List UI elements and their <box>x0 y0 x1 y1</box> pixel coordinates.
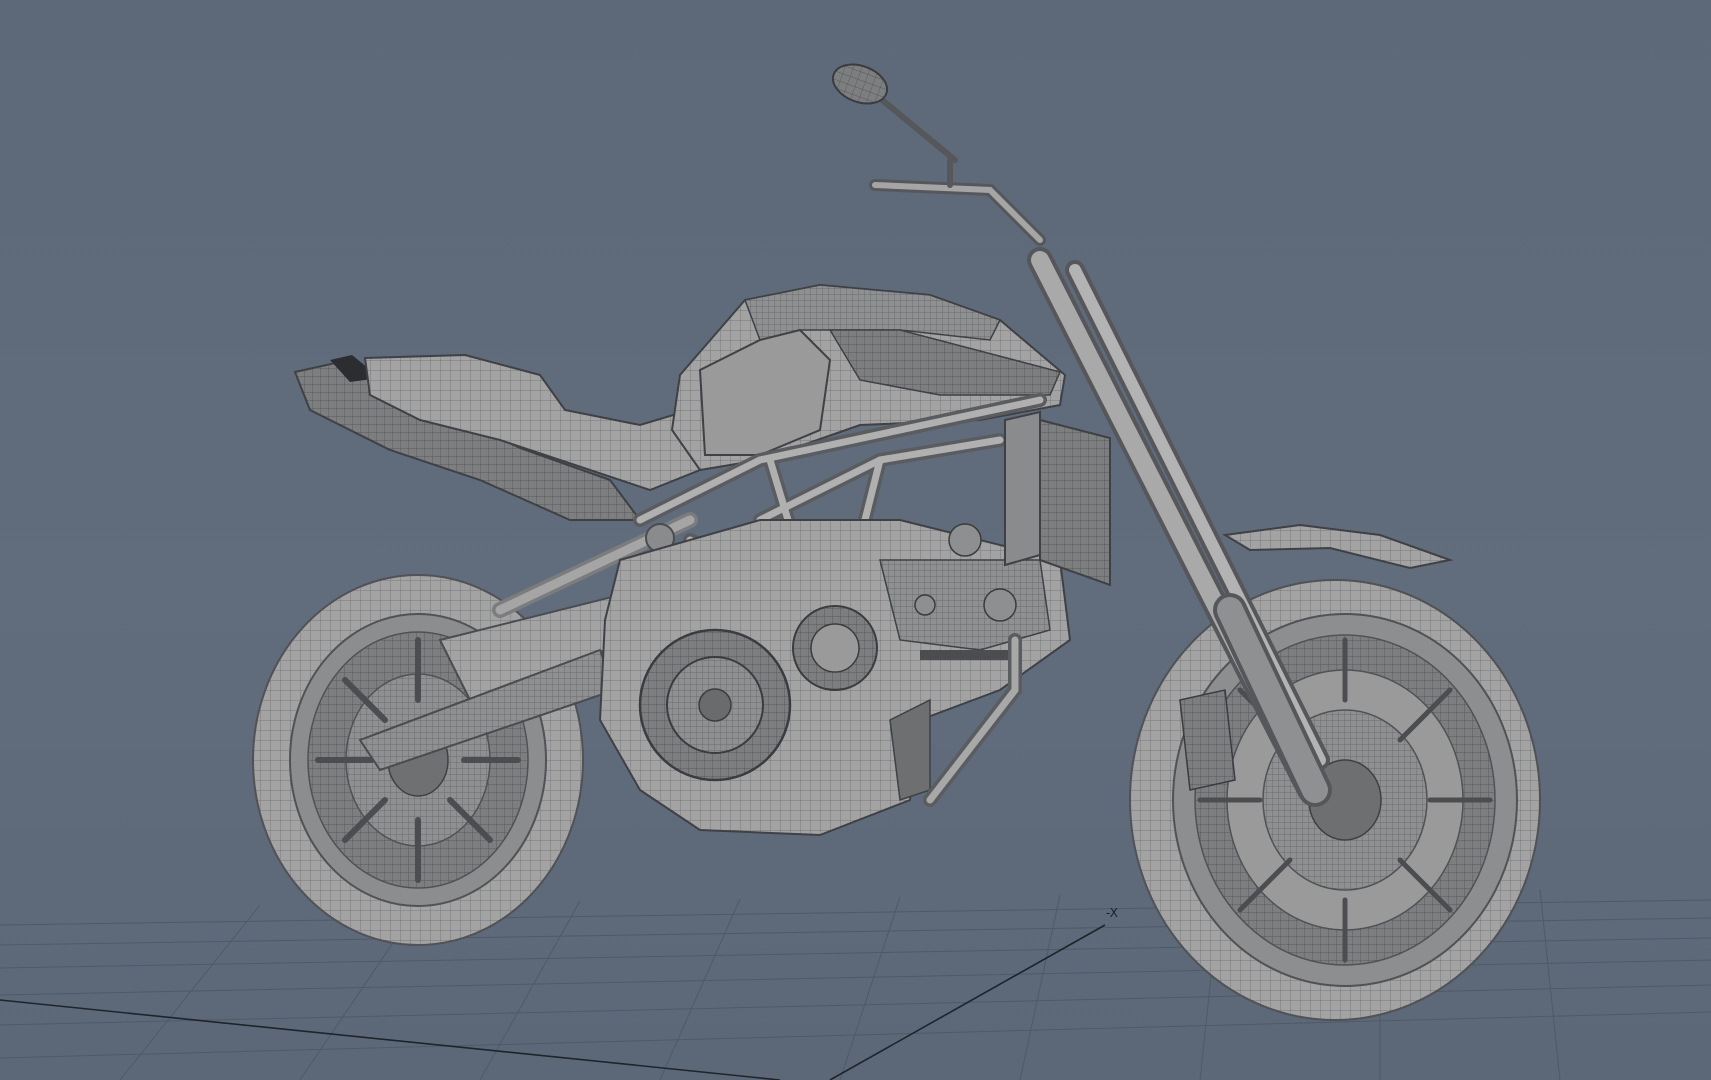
viewport-scene[interactable] <box>0 0 1711 1080</box>
engine-block <box>598 519 1072 837</box>
seat-tail <box>293 353 702 521</box>
radiator <box>1004 410 1111 587</box>
3d-viewport[interactable]: -X <box>0 0 1711 1080</box>
axis-label-x: -X <box>1106 906 1118 920</box>
ground-axes <box>0 924 1106 1080</box>
front-fender <box>1222 523 1454 570</box>
front-wheel[interactable] <box>1129 579 1541 1021</box>
handlebar[interactable] <box>867 87 1046 246</box>
